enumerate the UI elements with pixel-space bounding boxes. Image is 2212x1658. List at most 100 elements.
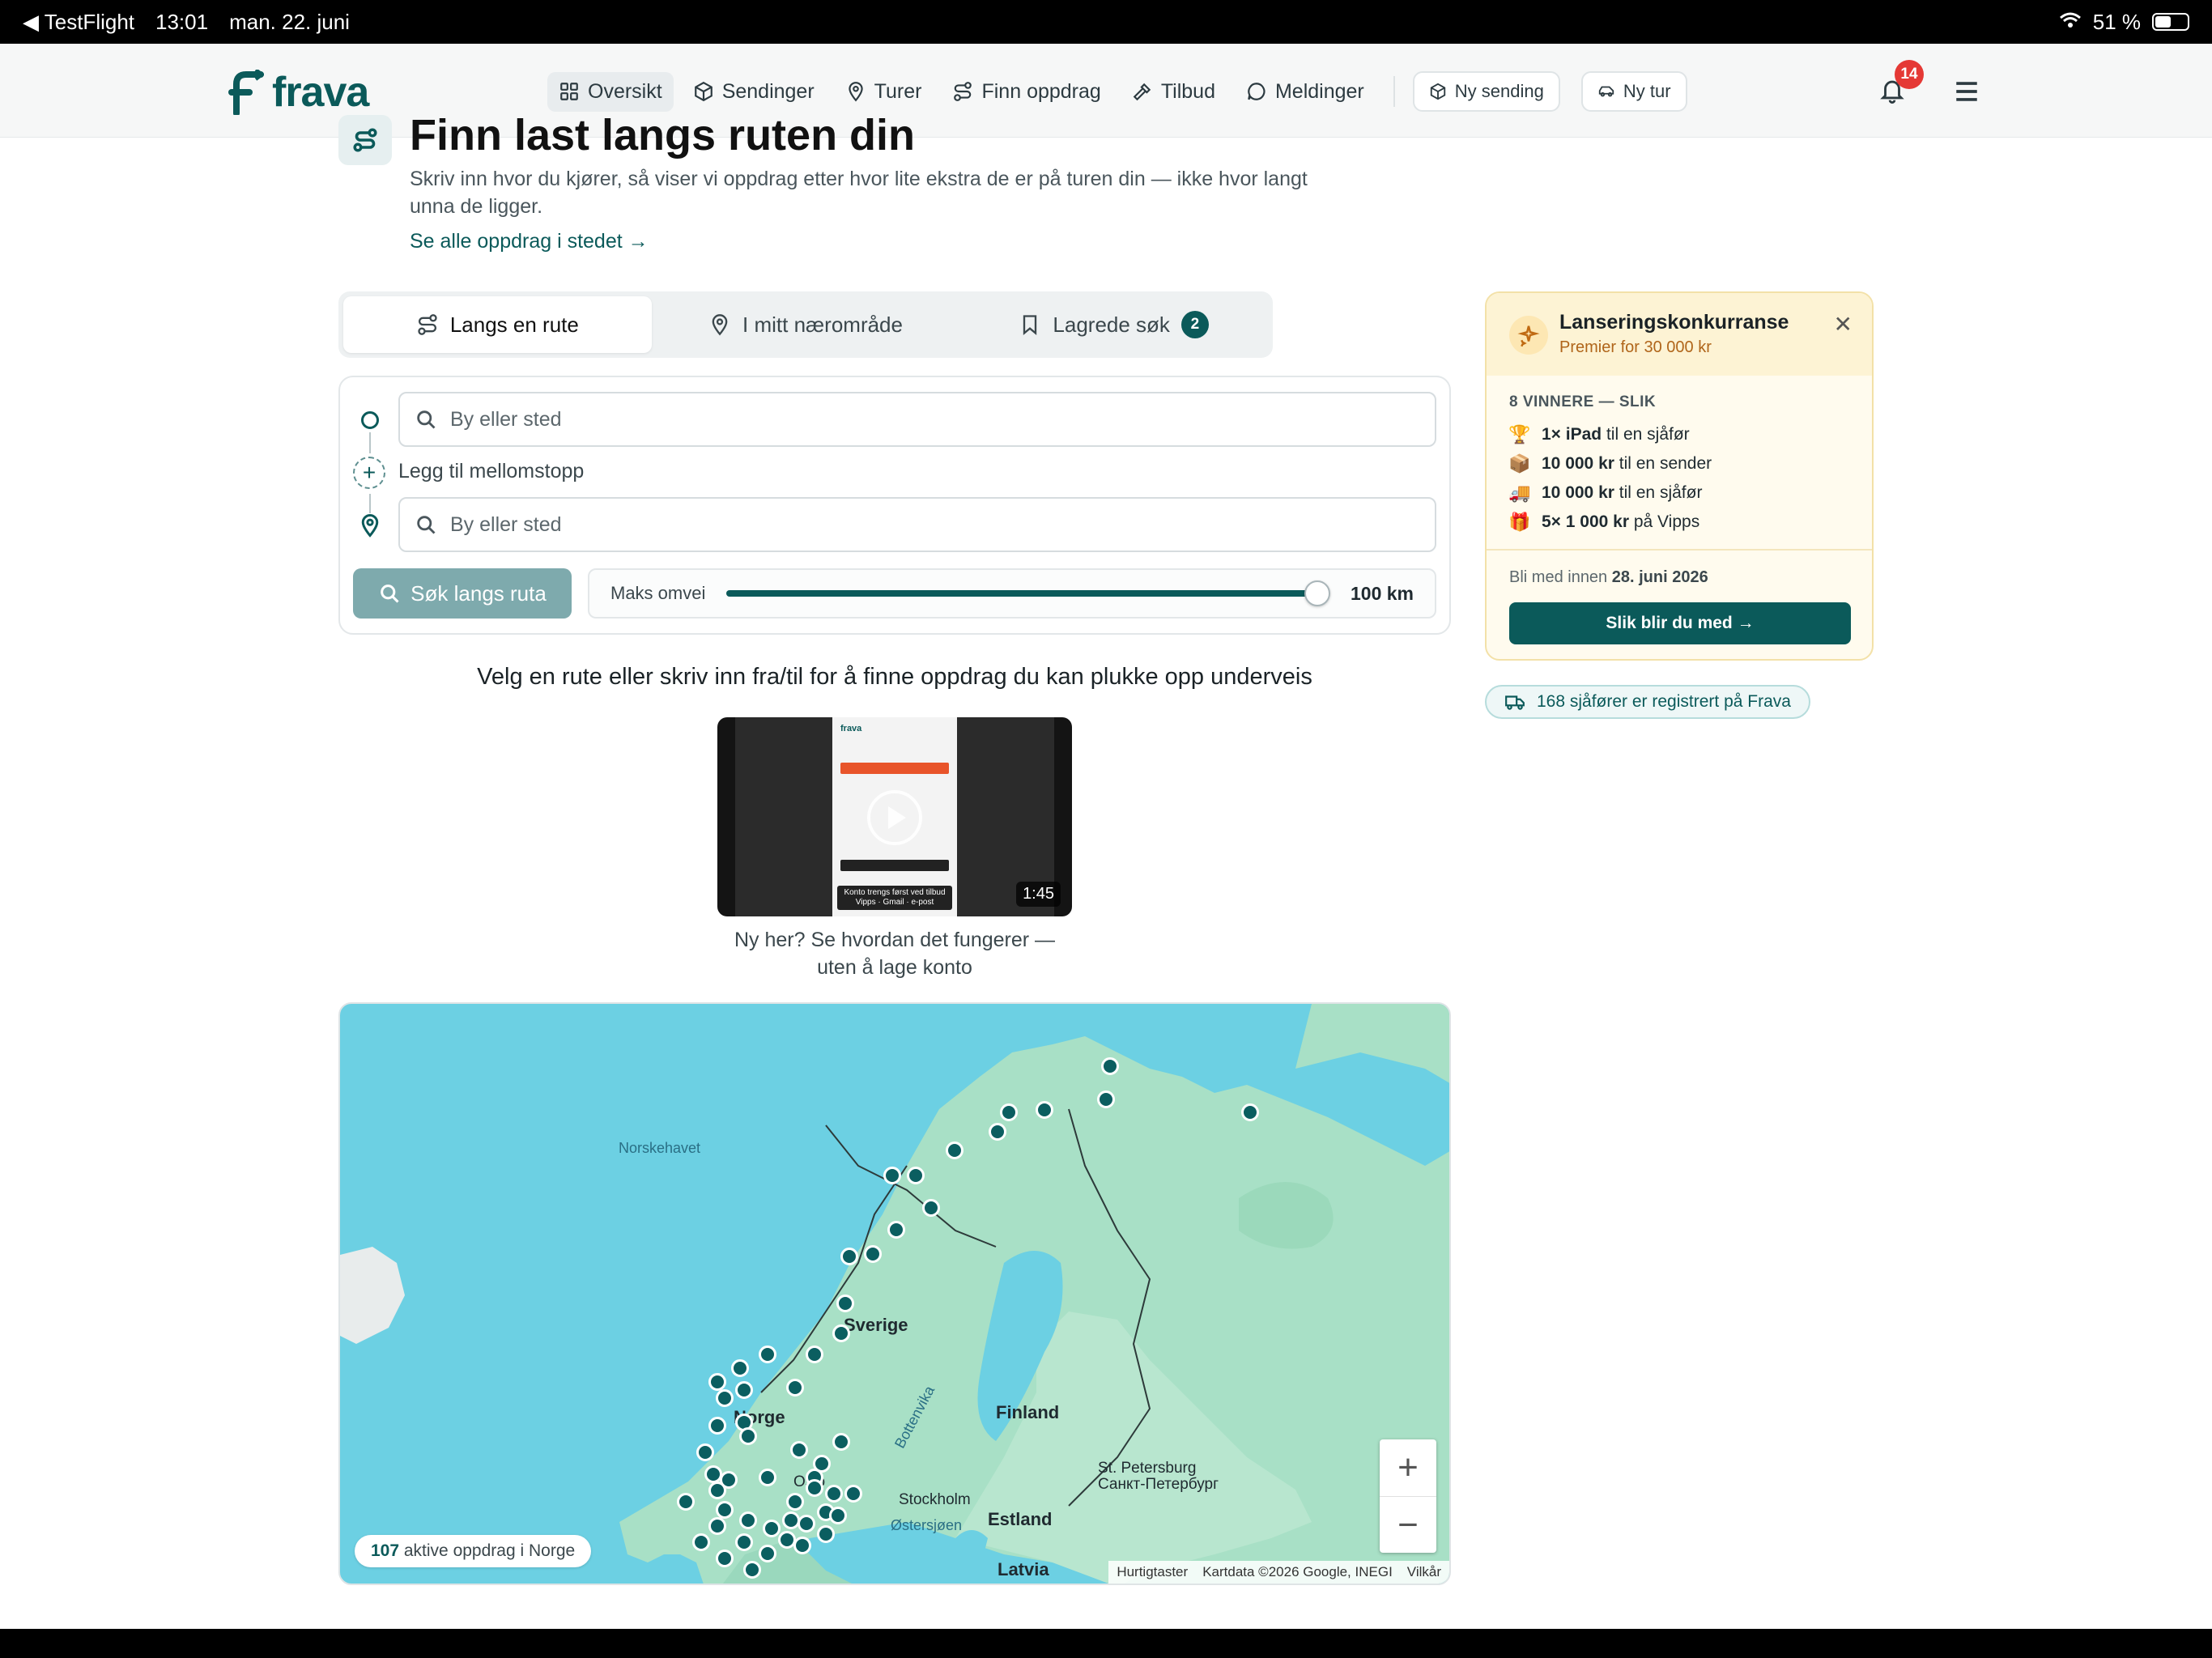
job-marker[interactable] <box>793 1537 811 1554</box>
job-marker[interactable] <box>739 1511 757 1529</box>
how-it-works-video[interactable]: frava Konto trengs først ved tilbud Vipp… <box>717 717 1072 916</box>
job-marker[interactable] <box>716 1501 734 1519</box>
job-marker[interactable] <box>763 1520 781 1537</box>
tab-nearby[interactable]: I mitt nærområde <box>652 296 960 353</box>
nav-meldinger[interactable]: Meldinger <box>1235 72 1376 112</box>
job-marker[interactable] <box>806 1479 823 1497</box>
job-marker[interactable] <box>731 1359 749 1377</box>
job-marker[interactable] <box>832 1433 850 1451</box>
job-marker[interactable] <box>825 1485 843 1503</box>
job-marker[interactable] <box>708 1517 726 1535</box>
tab-label: Langs en rute <box>449 312 579 337</box>
tab-along-route[interactable]: Langs en rute <box>343 296 652 353</box>
job-marker[interactable] <box>716 1389 734 1407</box>
job-marker[interactable] <box>1241 1103 1259 1121</box>
job-marker[interactable] <box>817 1525 835 1543</box>
video-caption: Ny her? Se hvordan det fungerer — uten å… <box>734 929 1056 979</box>
job-marker[interactable] <box>708 1373 726 1391</box>
add-stop-link[interactable]: Legg til mellomstopp <box>398 460 584 483</box>
job-marker[interactable] <box>696 1443 714 1461</box>
job-marker[interactable] <box>735 1381 753 1399</box>
nav-finn-oppdrag[interactable]: Finn oppdrag <box>941 72 1112 112</box>
job-marker[interactable] <box>840 1248 858 1265</box>
job-marker[interactable] <box>677 1493 695 1511</box>
job-marker[interactable] <box>782 1511 800 1529</box>
see-all-jobs-link[interactable]: Se alle oppdrag i stedet → <box>410 230 649 253</box>
max-detour-control: Maks omvei 100 km <box>588 568 1436 619</box>
add-stop-icon[interactable]: + <box>353 457 385 489</box>
max-detour-slider[interactable] <box>726 580 1331 606</box>
map-zoom-controls: + − <box>1380 1439 1436 1553</box>
keyboard-shortcuts-link[interactable]: Hurtigtaster <box>1117 1564 1188 1580</box>
terms-link[interactable]: Vilkår <box>1407 1564 1441 1580</box>
job-marker[interactable] <box>883 1167 901 1184</box>
zoom-in-button[interactable]: + <box>1380 1439 1436 1496</box>
play-icon[interactable] <box>867 790 922 845</box>
search-along-route-button[interactable]: Søk langs ruta <box>353 568 572 619</box>
job-marker[interactable] <box>692 1533 710 1551</box>
back-to-testflight[interactable]: ◀ TestFlight <box>23 10 134 35</box>
job-marker[interactable] <box>829 1507 847 1524</box>
job-marker[interactable] <box>759 1545 776 1562</box>
job-marker[interactable] <box>864 1245 882 1263</box>
zoom-out-button[interactable]: − <box>1380 1496 1436 1553</box>
job-marker[interactable] <box>708 1417 726 1435</box>
job-marker[interactable] <box>786 1493 804 1511</box>
nav-sendinger[interactable]: Sendinger <box>682 72 826 112</box>
job-marker[interactable] <box>1101 1057 1119 1075</box>
job-marker[interactable] <box>813 1455 831 1473</box>
job-marker[interactable] <box>735 1533 753 1551</box>
job-marker[interactable] <box>1097 1090 1115 1108</box>
close-icon[interactable]: ✕ <box>1834 311 1853 338</box>
tab-saved-searches[interactable]: Lagrede søk 2 <box>959 296 1268 353</box>
prize-item: 🏆 1× iPad til en sjåfør <box>1508 424 1689 445</box>
slider-thumb[interactable] <box>1304 580 1331 606</box>
origin-input[interactable] <box>450 407 1420 432</box>
job-marker[interactable] <box>1036 1101 1053 1119</box>
new-shipment-button[interactable]: Ny sending <box>1412 71 1560 112</box>
package-icon: 📦 <box>1508 453 1531 474</box>
prize-text: på Vipps <box>1629 512 1700 531</box>
job-marker[interactable] <box>1000 1103 1018 1121</box>
nav-oversikt[interactable]: Oversikt <box>547 71 674 112</box>
job-marker[interactable] <box>887 1221 905 1239</box>
job-marker[interactable] <box>778 1531 796 1549</box>
search-icon <box>417 516 436 534</box>
job-marker[interactable] <box>832 1324 850 1342</box>
job-marker[interactable] <box>844 1485 862 1503</box>
chat-icon <box>1248 83 1266 100</box>
tab-label: Lagrede søk <box>1053 312 1170 337</box>
new-shipment-label: Ny sending <box>1454 81 1544 101</box>
promo-title: Lanseringskonkurranse <box>1559 311 1789 334</box>
new-trip-button[interactable]: Ny tur <box>1580 71 1687 112</box>
page-description: Skriv inn hvor du kjører, så viser vi op… <box>410 168 1308 218</box>
nav-turer[interactable]: Turer <box>834 72 934 112</box>
promo-subtitle: Premier for 30 000 kr <box>1559 338 1712 356</box>
job-marker[interactable] <box>759 1469 776 1486</box>
frava-logo[interactable]: frava <box>228 68 369 117</box>
nav-tilbud[interactable]: Tilbud <box>1121 72 1227 112</box>
job-marker[interactable] <box>806 1346 823 1363</box>
job-marker[interactable] <box>946 1141 963 1159</box>
notifications-button[interactable]: 14 <box>1878 60 1924 108</box>
job-marker[interactable] <box>989 1123 1006 1141</box>
job-marker[interactable] <box>922 1199 940 1217</box>
job-marker[interactable] <box>759 1346 776 1363</box>
job-marker[interactable] <box>708 1482 726 1499</box>
job-marker[interactable] <box>786 1379 804 1397</box>
jobs-map[interactable]: Norskehavet Sverige Norge Finland Botten… <box>338 1002 1451 1585</box>
job-marker[interactable] <box>836 1295 854 1312</box>
job-marker[interactable] <box>743 1561 761 1579</box>
box-icon <box>1430 83 1445 100</box>
destination-input[interactable] <box>450 512 1420 537</box>
job-marker[interactable] <box>739 1427 757 1445</box>
job-marker[interactable] <box>798 1515 815 1533</box>
job-marker[interactable] <box>716 1550 734 1567</box>
job-marker[interactable] <box>790 1441 808 1459</box>
nav-label: Oversikt <box>588 79 662 103</box>
job-marker[interactable] <box>907 1167 925 1184</box>
join-competition-button[interactable]: Slik blir du med → <box>1509 602 1851 644</box>
map-label-finland: Finland <box>996 1402 1060 1422</box>
map-data-credit: Kartdata ©2026 Google, INEGI <box>1202 1564 1393 1579</box>
hamburger-menu-button[interactable] <box>1953 78 1980 109</box>
